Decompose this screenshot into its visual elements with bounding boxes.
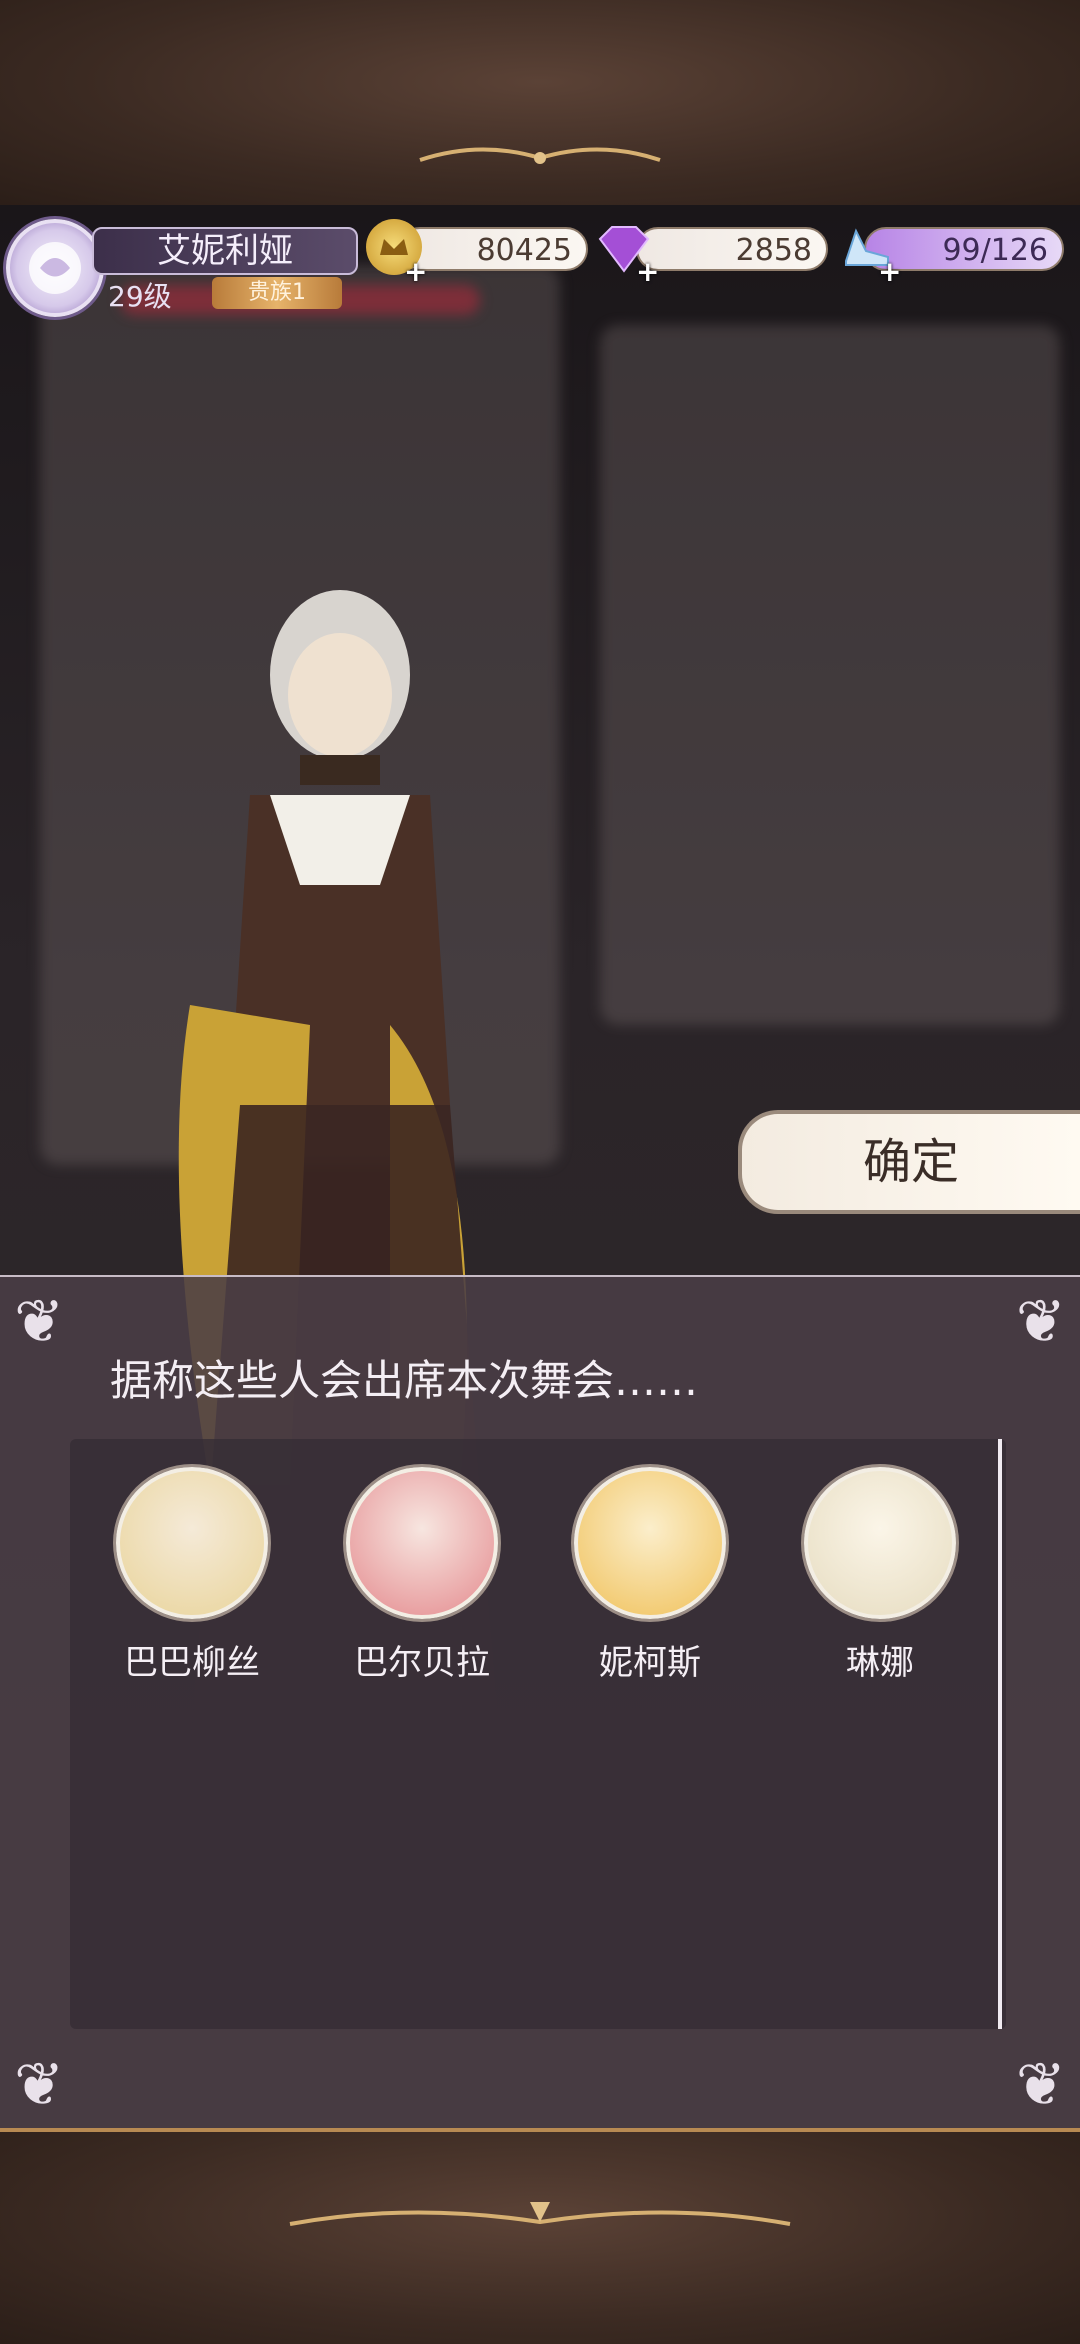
attendee-portrait <box>804 1467 956 1619</box>
attendee-item[interactable]: 琳娜 <box>780 1467 980 1684</box>
scrollbar[interactable] <box>998 1439 1002 2029</box>
attendee-name: 巴尔贝拉 <box>354 1643 490 1683</box>
dialog-text: 据称这些人会出席本次舞会…… <box>110 1356 699 1405</box>
player-rank-badge: 贵族1 <box>212 277 342 309</box>
top-frame <box>0 0 1080 209</box>
add-stamina-icon[interactable]: + <box>878 255 901 288</box>
corner-flourish-icon: ❦ <box>1015 1287 1066 1357</box>
add-gem-icon[interactable]: + <box>636 255 659 288</box>
bottom-frame <box>0 2128 1080 2344</box>
attendee-portrait <box>346 1467 498 1619</box>
attendee-portrait <box>116 1467 268 1619</box>
gold-scroll-ornament-icon <box>419 147 661 164</box>
player-hud: 艾妮利娅 29级 贵族1 80425 + 2858 + 99/126 + <box>0 205 1080 317</box>
attendee-portrait <box>574 1467 726 1619</box>
player-avatar[interactable] <box>6 219 104 317</box>
attendee-name: 琳娜 <box>846 1643 914 1683</box>
player-level: 29级 <box>108 280 172 313</box>
corner-flourish-icon: ❦ <box>14 1287 65 1357</box>
confirm-button[interactable]: 确定 <box>738 1110 1080 1214</box>
corner-flourish-icon: ❦ <box>14 2050 65 2120</box>
corner-flourish-icon: ❦ <box>1015 2050 1066 2120</box>
attendee-name: 妮柯斯 <box>599 1643 701 1683</box>
attendee-item[interactable]: 妮柯斯 <box>550 1467 750 1684</box>
player-name: 艾妮利娅 <box>92 227 358 275</box>
add-gold-icon[interactable]: + <box>404 255 427 288</box>
attendee-item[interactable]: 巴巴柳丝 <box>92 1467 292 1684</box>
rose-icon <box>29 242 81 294</box>
attendee-name: 巴巴柳丝 <box>124 1643 260 1683</box>
attendee-item[interactable]: 巴尔贝拉 <box>322 1467 522 1684</box>
gem-counter[interactable]: 2858 <box>636 227 828 271</box>
gold-scroll-ornament-icon <box>289 2202 791 2226</box>
attendee-dialog: ❦ ❦ ❦ ❦ 据称这些人会出席本次舞会…… 巴巴柳丝 巴尔贝拉 妮柯斯 琳娜 <box>0 1275 1080 2130</box>
